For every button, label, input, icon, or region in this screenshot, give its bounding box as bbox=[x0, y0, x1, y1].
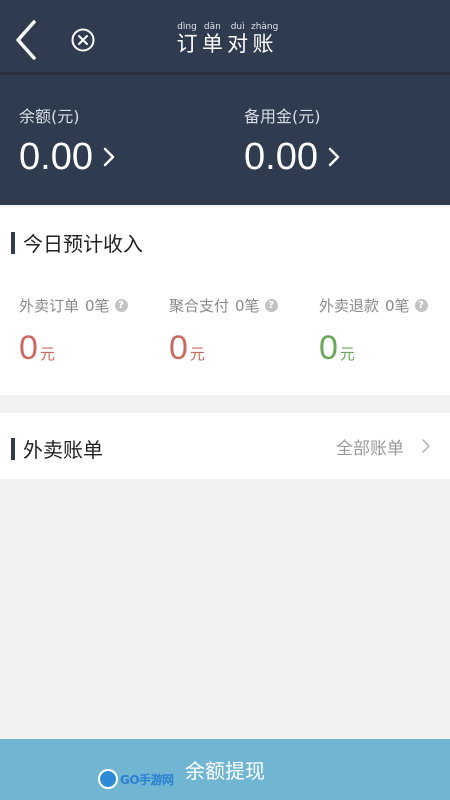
balance-value: 0.00 bbox=[19, 136, 93, 178]
title-char-zhang: 账 bbox=[252, 32, 274, 56]
page-title: dìng dān duì zhàng 订 单 对 账 bbox=[170, 22, 280, 56]
title-char-ding: 订 bbox=[176, 32, 198, 56]
help-icon[interactable]: ? bbox=[264, 299, 278, 312]
stat-aggregate-payment: 聚合支付 0笔 ? 0 元 bbox=[150, 295, 300, 368]
stat-count: 0笔 bbox=[235, 297, 260, 315]
stat-takeout-orders: 外卖订单 0笔 ? 0 元 bbox=[0, 295, 150, 368]
close-circle-icon bbox=[71, 28, 95, 52]
title-char-dan: 单 bbox=[201, 32, 223, 56]
page-title-pinyin: dìng dān duì zhàng bbox=[170, 22, 280, 32]
pinyin-dui: duì bbox=[230, 22, 245, 32]
income-title-text: 今日预计收入 bbox=[23, 232, 143, 256]
income-stats: 外卖订单 0笔 ? 0 元 聚合支付 0笔 ? 0 元 外卖退款 0笔 ? 0 … bbox=[0, 295, 450, 368]
header-panel: dìng dān duì zhàng 订 单 对 账 余额(元) 0.00 备用… bbox=[0, 0, 450, 205]
stat-label: 外卖订单 bbox=[19, 297, 80, 315]
withdraw-label: 余额提现 bbox=[185, 759, 265, 783]
stat-unit: 元 bbox=[339, 345, 355, 363]
reserve-label: 备用金(元) bbox=[244, 107, 321, 126]
pinyin-ding: dìng bbox=[177, 22, 197, 32]
bills-card[interactable]: 外卖账单 全部账单 bbox=[0, 413, 450, 479]
stat-count: 0笔 bbox=[85, 297, 110, 315]
chevron-left-icon bbox=[16, 20, 36, 60]
pinyin-dan: dān bbox=[203, 22, 221, 32]
stat-amount: 0 bbox=[19, 329, 38, 367]
all-bills-link[interactable]: 全部账单 bbox=[336, 413, 430, 479]
watermark-logo: GO手游网 bbox=[98, 768, 174, 790]
chevron-right-icon bbox=[422, 439, 430, 453]
page-title-text: 订 单 对 账 bbox=[170, 32, 280, 56]
chevron-right-icon bbox=[328, 147, 340, 167]
stat-amount: 0 bbox=[169, 329, 188, 367]
stat-amount: 0 bbox=[319, 329, 338, 367]
reserve-block[interactable]: 备用金(元) 0.00 bbox=[244, 107, 340, 179]
bills-section-title: 外卖账单 bbox=[11, 434, 103, 463]
help-icon[interactable]: ? bbox=[414, 299, 428, 312]
stat-unit: 元 bbox=[189, 345, 205, 363]
reserve-value: 0.00 bbox=[244, 136, 318, 178]
balance-block[interactable]: 余额(元) 0.00 bbox=[19, 107, 115, 179]
help-icon[interactable]: ? bbox=[114, 299, 128, 312]
title-char-dui: 对 bbox=[227, 32, 249, 56]
bills-title-text: 外卖账单 bbox=[23, 438, 103, 462]
back-button[interactable] bbox=[8, 18, 48, 62]
stat-takeout-refunds: 外卖退款 0笔 ? 0 元 bbox=[300, 295, 450, 368]
close-button[interactable] bbox=[70, 27, 96, 53]
chevron-right-icon bbox=[103, 147, 115, 167]
withdraw-button[interactable]: 余额提现 bbox=[0, 739, 450, 800]
all-bills-label: 全部账单 bbox=[336, 438, 404, 459]
balance-label: 余额(元) bbox=[19, 107, 80, 126]
section-accent-bar bbox=[11, 437, 15, 460]
stat-label: 聚合支付 bbox=[169, 297, 230, 315]
stat-unit: 元 bbox=[39, 345, 55, 363]
pinyin-zhang: zhàng bbox=[250, 22, 279, 32]
stat-count: 0笔 bbox=[385, 297, 410, 315]
header-divider bbox=[0, 72, 450, 75]
income-card: 今日预计收入 外卖订单 0笔 ? 0 元 聚合支付 0笔 ? 0 元 外卖退款 … bbox=[0, 207, 450, 395]
income-section-title: 今日预计收入 bbox=[11, 228, 143, 257]
watermark-icon bbox=[98, 769, 118, 789]
section-accent-bar bbox=[11, 231, 15, 254]
watermark-text: GO手游网 bbox=[120, 772, 174, 787]
stat-label: 外卖退款 bbox=[319, 297, 380, 315]
